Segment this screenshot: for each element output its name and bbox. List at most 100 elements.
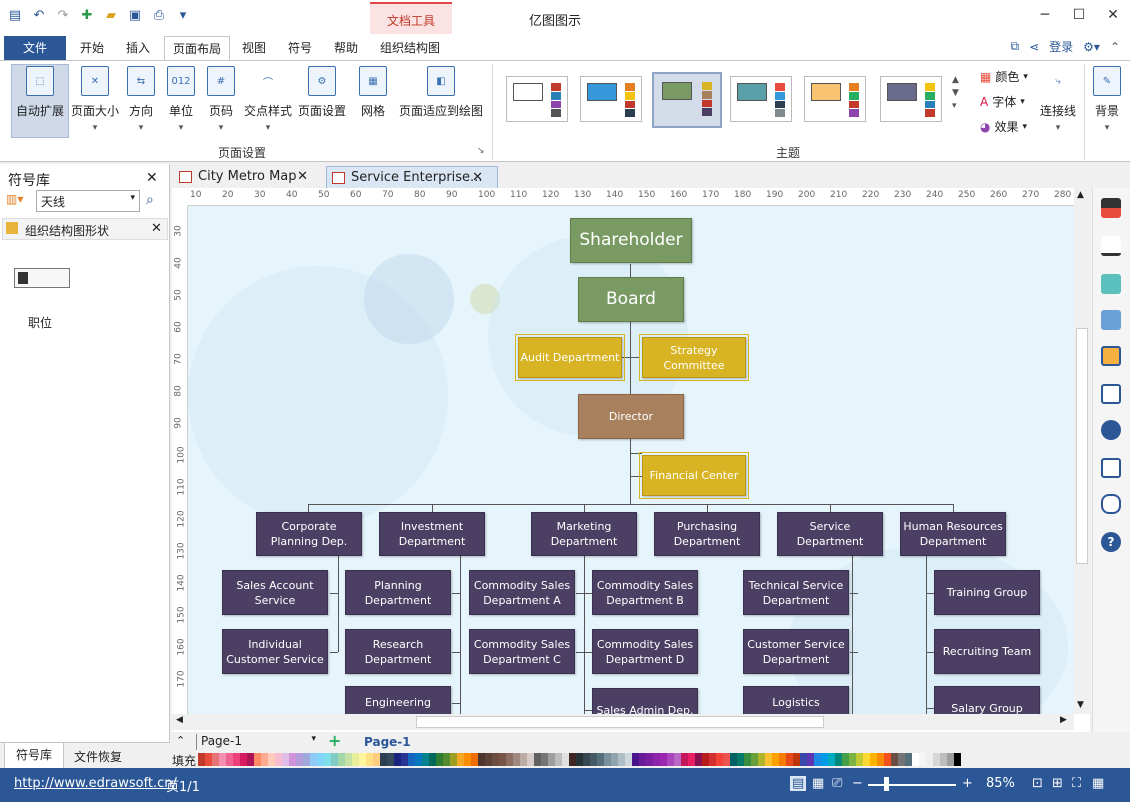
color-swatch[interactable] (429, 753, 436, 766)
tab-home[interactable]: 开始 (72, 36, 112, 60)
color-swatch[interactable] (569, 753, 576, 766)
library-books-icon[interactable]: ▥▾ (6, 192, 23, 206)
zoom-out-icon[interactable]: − (852, 776, 863, 791)
color-swatch[interactable] (443, 753, 450, 766)
color-swatch[interactable] (625, 753, 632, 766)
library-header[interactable]: 组织结构图形状 ✕ (2, 218, 168, 240)
color-swatch[interactable] (793, 753, 800, 766)
org-node-strategy[interactable]: Strategy Committee (639, 334, 749, 381)
org-node-engineering[interactable]: Engineering (345, 686, 451, 714)
color-swatch[interactable] (611, 753, 618, 766)
library-close-icon[interactable]: ✕ (151, 221, 162, 236)
color-swatch[interactable] (296, 753, 303, 766)
org-node-audit[interactable]: Audit Department (515, 334, 625, 381)
scroll-down-icon[interactable]: ▼ (1077, 700, 1084, 710)
color-swatch[interactable] (828, 753, 835, 766)
color-swatch[interactable] (618, 753, 625, 766)
color-swatch[interactable] (681, 753, 688, 766)
color-swatch[interactable] (261, 753, 268, 766)
fit-to-drawing-button[interactable]: ◧ 页面适应到绘图 (396, 66, 486, 136)
org-node-purchasing[interactable]: Purchasing Department (654, 512, 760, 556)
color-swatch[interactable] (436, 753, 443, 766)
color-swatch[interactable] (688, 753, 695, 766)
theme-color-dropdown[interactable]: ▦ 颜色 ▾ (980, 68, 1028, 85)
org-node-commodity-sales-d[interactable]: Commodity Sales Department D (592, 629, 698, 674)
color-swatch[interactable] (926, 753, 933, 766)
color-swatch[interactable] (891, 753, 898, 766)
auto-expand-button-content[interactable]: ⬚ 自动扩展 (14, 66, 66, 136)
color-swatch[interactable] (401, 753, 408, 766)
color-swatch[interactable] (660, 753, 667, 766)
color-swatch[interactable] (786, 753, 793, 766)
color-swatch[interactable] (590, 753, 597, 766)
org-node-service[interactable]: Service Department (777, 512, 883, 556)
color-swatch[interactable] (548, 753, 555, 766)
color-swatch[interactable] (205, 753, 212, 766)
color-swatch[interactable] (478, 753, 485, 766)
fit-page-icon[interactable]: ⊡ (1032, 776, 1043, 791)
org-node-salary-group[interactable]: Salary Group (934, 686, 1040, 714)
org-node-sales-admin[interactable]: Sales Admin Dep. (592, 688, 698, 714)
color-swatch[interactable] (331, 753, 338, 766)
page-size-button[interactable]: ✕ 页面大小 ▾ (70, 66, 120, 136)
redo-icon[interactable]: ↷ (54, 6, 72, 24)
org-node-research-department[interactable]: Research Department (345, 629, 451, 674)
color-swatch[interactable] (646, 753, 653, 766)
color-swatch[interactable] (583, 753, 590, 766)
color-swatch[interactable] (492, 753, 499, 766)
color-swatch[interactable] (632, 753, 639, 766)
minimize-button[interactable]: ─ (1028, 0, 1062, 30)
color-swatch[interactable] (219, 753, 226, 766)
color-swatch[interactable] (352, 753, 359, 766)
color-swatch[interactable] (835, 753, 842, 766)
color-swatch[interactable] (870, 753, 877, 766)
comment-icon[interactable] (1101, 494, 1121, 514)
scroll-up-icon[interactable]: ▲ (1077, 190, 1084, 200)
color-swatch[interactable] (744, 753, 751, 766)
theme-scroll-arrows-icon[interactable]: ▲ ▼ ▾ (952, 74, 959, 113)
color-swatch[interactable] (254, 753, 261, 766)
doc-tab-city-metro[interactable]: City Metro Map ✕ (174, 166, 322, 188)
color-swatch[interactable] (338, 753, 345, 766)
color-swatch[interactable] (359, 753, 366, 766)
theme-swatch-3-selected[interactable] (652, 72, 722, 128)
page-setup-button[interactable]: ⚙ 页面设置 (296, 66, 348, 136)
unit-button[interactable]: 012 单位 ▾ (164, 66, 198, 136)
scroll-right-icon[interactable]: ▶ (1060, 715, 1067, 725)
zoom-slider-thumb[interactable] (884, 777, 889, 791)
color-swatch[interactable] (499, 753, 506, 766)
color-swatch[interactable] (457, 753, 464, 766)
color-swatch[interactable] (310, 753, 317, 766)
background-button[interactable]: ✎ 背景 ▾ (1090, 66, 1124, 136)
org-node-technical-service[interactable]: Technical Service Department (743, 570, 849, 615)
help-icon[interactable]: ? (1101, 532, 1121, 552)
scroll-left-icon[interactable]: ◀ (176, 715, 183, 725)
org-node-director[interactable]: Director (578, 394, 684, 439)
page-selector[interactable]: Page-1 ▾ (196, 734, 316, 750)
add-page-icon[interactable]: + (328, 731, 341, 750)
connector-button[interactable]: ⤷ 连接线 ▾ (1036, 66, 1080, 136)
color-swatch[interactable] (422, 753, 429, 766)
theme-swatch-6[interactable] (880, 76, 942, 122)
org-node-training-group[interactable]: Training Group (934, 570, 1040, 615)
color-swatch[interactable] (289, 753, 296, 766)
vertical-scrollbar[interactable]: ▲ ▼ (1074, 188, 1090, 714)
color-swatch[interactable] (233, 753, 240, 766)
color-swatch[interactable] (345, 753, 352, 766)
theme-swatch-1[interactable] (506, 76, 568, 122)
color-swatch[interactable] (282, 753, 289, 766)
color-swatch[interactable] (576, 753, 583, 766)
horizontal-scrollbar[interactable]: ◀ ▶ (172, 714, 1074, 730)
color-swatch[interactable] (898, 753, 905, 766)
settings-gear-icon[interactable]: ⚙▾ (1083, 40, 1100, 54)
org-node-commodity-sales-b[interactable]: Commodity Sales Department B (592, 570, 698, 615)
org-node-human-resources[interactable]: Human Resources Department (900, 512, 1006, 556)
zoom-slider-track[interactable] (868, 784, 956, 786)
color-swatch[interactable] (562, 753, 569, 766)
print-icon[interactable]: ⎙ (150, 6, 168, 24)
undo-icon[interactable]: ↶ (30, 6, 48, 24)
color-swatch[interactable] (541, 753, 548, 766)
maximize-button[interactable]: ☐ (1062, 0, 1096, 30)
image-tool-icon[interactable] (1101, 310, 1121, 330)
org-node-investment[interactable]: Investment Department (379, 512, 485, 556)
